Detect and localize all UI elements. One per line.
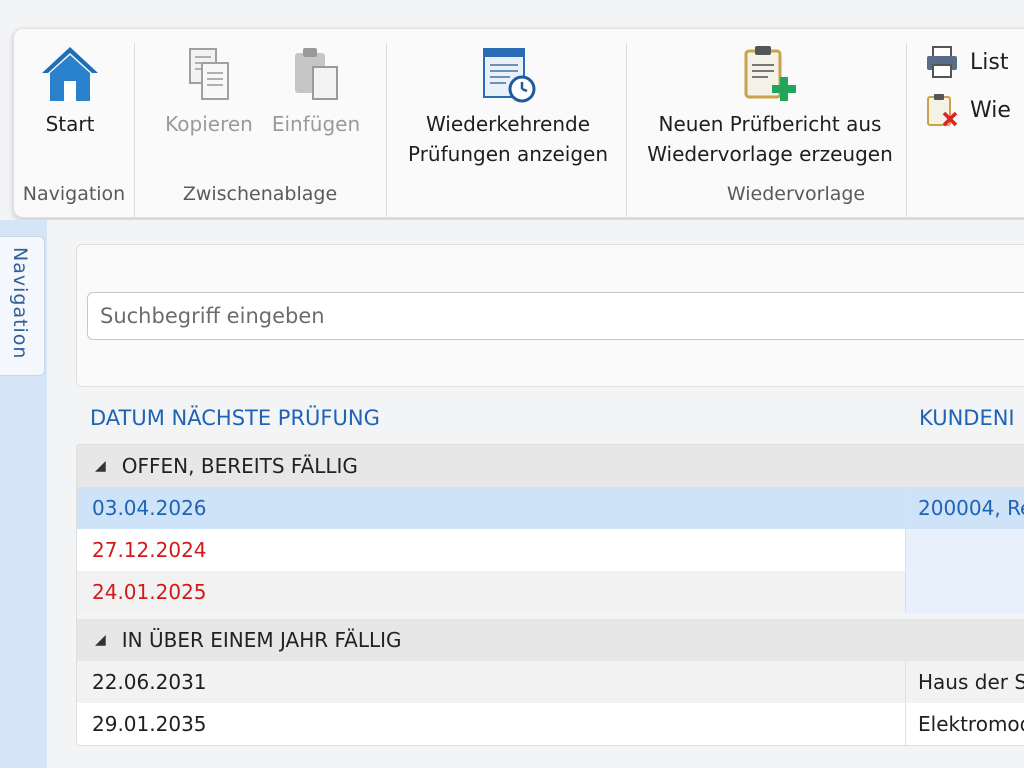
customer-cell: Haus der S xyxy=(905,661,1024,703)
collapse-triangle-icon[interactable]: ◢ xyxy=(95,458,106,474)
list-button[interactable]: List xyxy=(924,45,1008,79)
column-header-next-inspection-date[interactable]: DATUM NÄCHSTE PRÜFUNG xyxy=(90,406,380,430)
start-label: Start xyxy=(45,112,95,136)
copy-label: Kopieren xyxy=(165,112,253,136)
start-button[interactable]: Start xyxy=(32,43,108,139)
recurring-inspections-button[interactable]: Wiederkehrende Prüfungen anzeigen xyxy=(396,43,620,169)
side-nav-tab[interactable]: Navigation xyxy=(0,236,45,376)
new-report-label-2: Wiedervorlage erzeugen xyxy=(647,142,893,166)
paste-icon xyxy=(295,48,338,100)
date-cell: 22.06.2031 xyxy=(92,670,207,694)
group-label-resubmission: Wiedervorlage xyxy=(726,183,866,205)
recurring-label-1: Wiederkehrende xyxy=(425,112,591,136)
column-header-customer[interactable]: KUNDENI xyxy=(919,406,1015,430)
customer-cell: 200004, Re xyxy=(905,487,1024,529)
date-cell: 29.01.2035 xyxy=(92,712,207,736)
ribbon-separator xyxy=(626,43,627,221)
date-cell: 03.04.2026 xyxy=(92,496,207,520)
copy-icon xyxy=(189,48,229,100)
customer-cell: Elektromod xyxy=(905,703,1024,745)
table-row[interactable]: 29.01.2035 Elektromod xyxy=(77,703,1024,745)
wie-button[interactable]: Wie xyxy=(924,93,1011,127)
customer-cell xyxy=(905,529,1024,571)
search-box[interactable] xyxy=(87,292,1024,340)
table-row[interactable]: 27.12.2024 xyxy=(77,529,1024,571)
clipboard-add-icon xyxy=(744,46,796,101)
table-row[interactable]: 24.01.2025 xyxy=(77,571,1024,613)
clipboard-delete-icon xyxy=(927,94,958,127)
calendar-clock-icon xyxy=(483,48,536,103)
copy-button[interactable]: Kopieren xyxy=(154,43,264,139)
new-report-from-resubmission-button[interactable]: Neuen Prüfbericht aus Wiedervorlage erze… xyxy=(636,43,904,169)
paste-button[interactable]: Einfügen xyxy=(266,43,366,139)
recurring-label-2: Prüfungen anzeigen xyxy=(408,142,608,166)
search-input[interactable] xyxy=(88,293,1024,339)
grid-body: ◢ OFFEN, BEREITS FÄLLIG 03.04.2026 20000… xyxy=(76,444,1024,746)
group-label: IN ÜBER EINEM JAHR FÄLLIG xyxy=(121,628,402,652)
printer-icon xyxy=(927,46,957,78)
ribbon-separator xyxy=(386,43,387,221)
date-cell: 24.01.2025 xyxy=(92,580,207,604)
inspection-grid: DATUM NÄCHSTE PRÜFUNG KUNDENI ◢ OFFEN, B… xyxy=(76,400,1024,746)
table-row[interactable]: 22.06.2031 Haus der S xyxy=(77,661,1024,703)
new-report-label-1: Neuen Prüfbericht aus xyxy=(658,112,882,136)
list-label: List xyxy=(970,49,1009,75)
collapse-triangle-icon[interactable]: ◢ xyxy=(95,632,106,648)
date-cell: 27.12.2024 xyxy=(92,538,207,562)
customer-cell xyxy=(905,571,1024,613)
home-icon xyxy=(42,47,98,101)
group-header-overdue[interactable]: ◢ OFFEN, BEREITS FÄLLIG xyxy=(77,445,1024,487)
group-label: OFFEN, BEREITS FÄLLIG xyxy=(121,454,358,478)
table-row[interactable]: 03.04.2026 200004, Re xyxy=(77,487,1024,529)
paste-label: Einfügen xyxy=(271,112,361,136)
wie-label: Wie xyxy=(970,97,1011,123)
group-label-navigation: Navigation xyxy=(22,183,126,205)
group-label-clipboard: Zwischenablage xyxy=(182,183,338,205)
group-header-due-in-over-a-year[interactable]: ◢ IN ÜBER EINEM JAHR FÄLLIG xyxy=(77,619,1024,661)
ribbon-toolbar: Start Kopieren Einfügen Wiederkehrende P… xyxy=(13,28,1024,221)
side-nav-tab-label: Navigation xyxy=(9,247,31,360)
